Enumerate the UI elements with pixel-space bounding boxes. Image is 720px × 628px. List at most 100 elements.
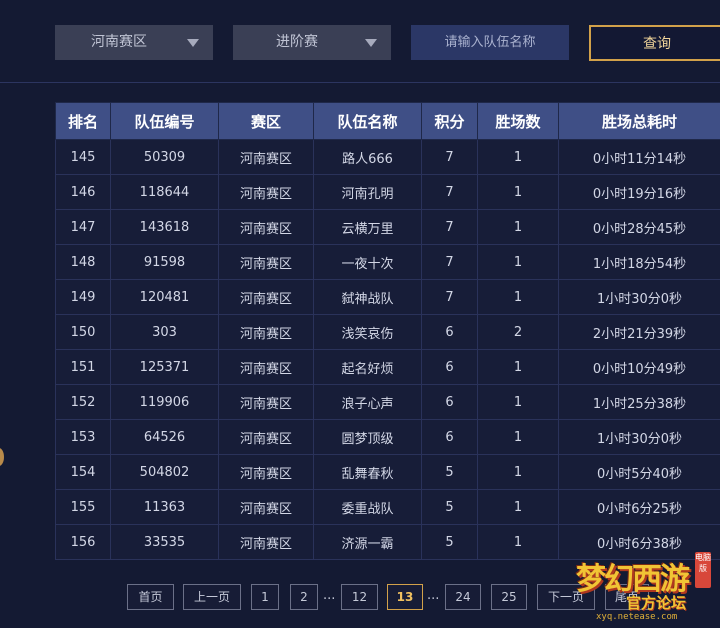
table-row: 146 118644 河南赛区 河南孔明 7 1 0小时19分16秒 bbox=[55, 174, 720, 210]
team-id-cell: 118644 bbox=[110, 174, 219, 210]
watermark-tag: 电脑版 bbox=[695, 552, 711, 588]
points-cell: 7 bbox=[421, 139, 478, 175]
points-cell: 7 bbox=[421, 174, 478, 210]
region-cell: 河南赛区 bbox=[218, 244, 314, 280]
total-time-cell: 0小时6分25秒 bbox=[558, 489, 720, 525]
wins-cell: 1 bbox=[477, 139, 559, 175]
points-cell: 7 bbox=[421, 279, 478, 315]
team-name-cell: 浅笑哀伤 bbox=[313, 314, 422, 350]
team-id-cell: 143618 bbox=[110, 209, 219, 245]
column-header: 赛区 bbox=[218, 102, 314, 140]
points-cell: 5 bbox=[421, 454, 478, 490]
table-row: 148 91598 河南赛区 一夜十次 7 1 1小时18分54秒 bbox=[55, 244, 720, 280]
region-cell: 河南赛区 bbox=[218, 314, 314, 350]
team-name-search-input[interactable] bbox=[411, 25, 569, 60]
team-name-cell: 路人666 bbox=[313, 139, 422, 175]
region-select-label: 河南赛区 bbox=[91, 34, 147, 50]
table-row: 150 303 河南赛区 浅笑哀伤 6 2 2小时21分39秒 bbox=[55, 314, 720, 350]
column-header: 胜场总耗时 bbox=[558, 102, 720, 140]
team-id-cell: 11363 bbox=[110, 489, 219, 525]
wins-cell: 1 bbox=[477, 174, 559, 210]
stage-select[interactable]: 进阶赛 bbox=[233, 25, 391, 60]
team-name-cell: 济源一霸 bbox=[313, 524, 422, 560]
team-id-cell: 119906 bbox=[110, 384, 219, 420]
rank-cell: 148 bbox=[55, 244, 111, 280]
points-cell: 6 bbox=[421, 349, 478, 385]
total-time-cell: 1小时30分0秒 bbox=[558, 419, 720, 455]
table-header-row: 排名 队伍编号 赛区 队伍名称 积分 胜场数 胜场总耗时 bbox=[55, 102, 720, 140]
region-cell: 河南赛区 bbox=[218, 349, 314, 385]
filter-bar: 河南赛区 进阶赛 查询 bbox=[0, 0, 720, 83]
region-cell: 河南赛区 bbox=[218, 174, 314, 210]
team-name-cell: 云横万里 bbox=[313, 209, 422, 245]
rank-cell: 152 bbox=[55, 384, 111, 420]
table-row: 151 125371 河南赛区 起名好烦 6 1 0小时10分49秒 bbox=[55, 349, 720, 385]
rank-cell: 151 bbox=[55, 349, 111, 385]
query-button[interactable]: 查询 bbox=[589, 25, 720, 61]
wins-cell: 1 bbox=[477, 524, 559, 560]
team-name-cell: 乱舞春秋 bbox=[313, 454, 422, 490]
page-button[interactable]: 2 bbox=[290, 584, 318, 610]
column-header: 队伍编号 bbox=[110, 102, 219, 140]
total-time-cell: 2小时21分39秒 bbox=[558, 314, 720, 350]
forum-watermark-logo: 梦幻西游 电脑版 官方论坛 xyq.netease.com bbox=[576, 550, 716, 628]
rank-cell: 153 bbox=[55, 419, 111, 455]
prev-page-button[interactable]: 上一页 bbox=[183, 584, 241, 610]
region-select[interactable]: 河南赛区 bbox=[55, 25, 213, 60]
region-cell: 河南赛区 bbox=[218, 384, 314, 420]
region-cell: 河南赛区 bbox=[218, 524, 314, 560]
region-cell: 河南赛区 bbox=[218, 489, 314, 525]
team-name-cell: 起名好烦 bbox=[313, 349, 422, 385]
table-row: 145 50309 河南赛区 路人666 7 1 0小时11分14秒 bbox=[55, 139, 720, 175]
total-time-cell: 1小时25分38秒 bbox=[558, 384, 720, 420]
team-id-cell: 303 bbox=[110, 314, 219, 350]
team-name-cell: 一夜十次 bbox=[313, 244, 422, 280]
table-row: 149 120481 河南赛区 弑神战队 7 1 1小时30分0秒 bbox=[55, 279, 720, 315]
table-row: 152 119906 河南赛区 浪子心声 6 1 1小时25分38秒 bbox=[55, 384, 720, 420]
table-row: 147 143618 河南赛区 云横万里 7 1 0小时28分45秒 bbox=[55, 209, 720, 245]
page-button[interactable]: 24 bbox=[445, 584, 481, 610]
stage-select-label: 进阶赛 bbox=[276, 34, 318, 50]
team-id-cell: 120481 bbox=[110, 279, 219, 315]
side-decoration bbox=[0, 448, 4, 466]
page-button[interactable]: 1 bbox=[251, 584, 279, 610]
chevron-down-icon bbox=[187, 39, 199, 47]
total-time-cell: 1小时30分0秒 bbox=[558, 279, 720, 315]
wins-cell: 1 bbox=[477, 489, 559, 525]
team-id-cell: 33535 bbox=[110, 524, 219, 560]
table-row: 154 504802 河南赛区 乱舞春秋 5 1 0小时5分40秒 bbox=[55, 454, 720, 490]
table-body: 145 50309 河南赛区 路人666 7 1 0小时11分14秒 146 118644 河南赛… bbox=[55, 139, 720, 560]
pagination-ellipsis: ... bbox=[427, 588, 440, 603]
column-header: 积分 bbox=[421, 102, 478, 140]
first-page-button[interactable]: 首页 bbox=[127, 584, 174, 610]
wins-cell: 1 bbox=[477, 279, 559, 315]
team-id-cell: 504802 bbox=[110, 454, 219, 490]
column-header: 排名 bbox=[55, 102, 111, 140]
team-name-cell: 河南孔明 bbox=[313, 174, 422, 210]
rank-cell: 155 bbox=[55, 489, 111, 525]
total-time-cell: 0小时10分49秒 bbox=[558, 349, 720, 385]
team-id-cell: 64526 bbox=[110, 419, 219, 455]
rank-cell: 156 bbox=[55, 524, 111, 560]
team-id-cell: 125371 bbox=[110, 349, 219, 385]
wins-cell: 1 bbox=[477, 349, 559, 385]
wins-cell: 1 bbox=[477, 419, 559, 455]
total-time-cell: 0小时19分16秒 bbox=[558, 174, 720, 210]
current-page-button[interactable]: 13 bbox=[387, 584, 423, 610]
rank-cell: 150 bbox=[55, 314, 111, 350]
points-cell: 7 bbox=[421, 209, 478, 245]
rank-cell: 146 bbox=[55, 174, 111, 210]
team-name-cell: 委重战队 bbox=[313, 489, 422, 525]
region-cell: 河南赛区 bbox=[218, 139, 314, 175]
total-time-cell: 1小时18分54秒 bbox=[558, 244, 720, 280]
rank-cell: 145 bbox=[55, 139, 111, 175]
points-cell: 6 bbox=[421, 419, 478, 455]
ranking-table: 排名 队伍编号 赛区 队伍名称 积分 胜场数 胜场总耗时 145 50309 河南赛区 路人666… bbox=[55, 102, 720, 560]
region-cell: 河南赛区 bbox=[218, 209, 314, 245]
chevron-down-icon bbox=[365, 39, 377, 47]
page-button[interactable]: 25 bbox=[491, 584, 527, 610]
pagination-ellipsis: ... bbox=[323, 588, 336, 603]
total-time-cell: 0小时5分40秒 bbox=[558, 454, 720, 490]
page-button[interactable]: 12 bbox=[341, 584, 378, 610]
watermark-subtitle: 官方论坛 bbox=[626, 594, 687, 612]
